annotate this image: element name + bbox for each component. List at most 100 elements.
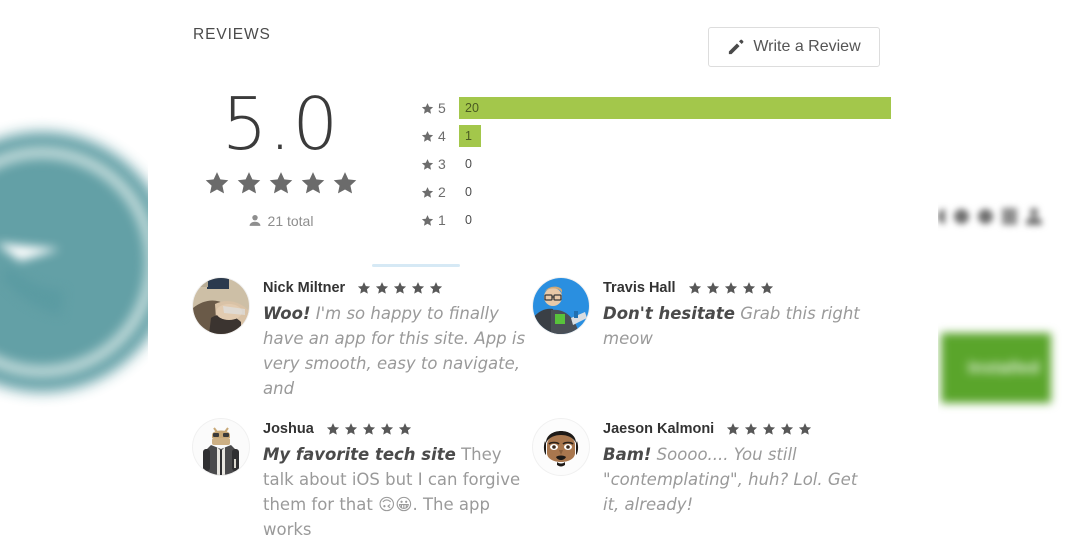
review-author: Nick Miltner <box>263 280 346 296</box>
background-sheet-icon <box>1002 207 1017 225</box>
review-item[interactable]: Joshua My favorite tech site They talk a… <box>193 419 533 542</box>
star-icon <box>393 281 407 295</box>
reviews-list: Nick Miltner Woo! I'm so happy to finall… <box>193 278 913 542</box>
total-ratings: 21 total <box>193 213 368 229</box>
histogram-label-1: 1 <box>421 212 459 228</box>
histogram-track-4: 1 <box>459 125 891 147</box>
write-review-button[interactable]: Write a Review <box>708 27 880 67</box>
background-dot-icon-2 <box>978 208 993 224</box>
histogram-row-5[interactable]: 5 20 <box>421 94 891 122</box>
star-icon <box>362 422 376 436</box>
histogram-track-2: 0 <box>459 181 891 203</box>
review-body: Travis Hall Don't hesitate Grab this rig… <box>603 278 873 401</box>
histogram-count-5: 20 <box>465 101 479 115</box>
histogram-label-2: 2 <box>421 184 459 200</box>
page-title: REVIEWS <box>193 26 271 43</box>
review-rating-stars <box>688 281 774 295</box>
star-icon <box>421 158 434 171</box>
avatar <box>533 419 589 475</box>
histogram-star-value: 4 <box>438 128 446 144</box>
review-body: Joshua My favorite tech site They talk a… <box>263 419 533 542</box>
write-review-button-label: Write a Review <box>753 38 861 55</box>
star-icon <box>421 102 434 115</box>
section-divider <box>372 264 460 267</box>
star-icon <box>744 422 758 436</box>
review-author: Joshua <box>263 421 314 437</box>
review-body: Nick Miltner Woo! I'm so happy to finall… <box>263 278 533 401</box>
review-header: Travis Hall <box>603 279 873 297</box>
review-headline: Don't hesitate <box>603 304 735 323</box>
histogram-bar-5 <box>459 97 891 119</box>
star-icon <box>724 281 738 295</box>
review-item[interactable]: Jaeson Kalmoni Bam! Soooo.... You still … <box>533 419 873 542</box>
rating-summary: 5.0 21 total 5 20 4 1 3 0 2 0 1 0 <box>193 88 893 248</box>
background-icon-strip <box>938 200 1068 232</box>
star-icon <box>421 130 434 143</box>
star-icon <box>429 281 443 295</box>
star-icon <box>398 422 412 436</box>
review-author: Jaeson Kalmoni <box>603 421 715 437</box>
review-header: Nick Miltner <box>263 279 533 297</box>
avatar <box>193 419 249 475</box>
histogram-row-1[interactable]: 1 0 <box>421 206 891 234</box>
star-icon <box>375 281 389 295</box>
star-icon <box>357 281 371 295</box>
star-icon <box>344 422 358 436</box>
review-text: Don't hesitate Grab this right meow <box>603 301 873 351</box>
histogram-count-2: 0 <box>465 185 472 199</box>
histogram-label-5: 5 <box>421 100 459 116</box>
star-icon <box>326 422 340 436</box>
background-logo-mark-icon <box>0 205 110 325</box>
histogram-row-3[interactable]: 3 0 <box>421 150 891 178</box>
histogram-star-value: 1 <box>438 212 446 228</box>
histogram-row-4[interactable]: 4 1 <box>421 122 891 150</box>
review-text: Bam! Soooo.... You still "contemplating"… <box>603 442 873 517</box>
reviews-card: REVIEWS Write a Review 5.0 21 total 5 20… <box>148 0 938 543</box>
histogram-row-2[interactable]: 2 0 <box>421 178 891 206</box>
histogram-star-value: 2 <box>438 184 446 200</box>
star-icon <box>268 170 294 196</box>
review-header: Jaeson Kalmoni <box>603 420 873 438</box>
ratings-histogram: 5 20 4 1 3 0 2 0 1 0 <box>421 94 891 234</box>
histogram-star-value: 5 <box>438 100 446 116</box>
installed-button[interactable]: Installed <box>941 333 1051 403</box>
background-dot-icon-1 <box>954 208 969 224</box>
review-headline: My favorite tech site <box>263 445 456 464</box>
review-body: Jaeson Kalmoni Bam! Soooo.... You still … <box>603 419 873 542</box>
review-rating-stars <box>726 422 812 436</box>
review-rating-stars <box>326 422 412 436</box>
total-ratings-label: 21 total <box>267 213 314 229</box>
review-author: Travis Hall <box>603 280 676 296</box>
review-headline: Bam! <box>603 445 652 464</box>
star-icon <box>726 422 740 436</box>
histogram-count-1: 0 <box>465 213 472 227</box>
histogram-label-4: 4 <box>421 128 459 144</box>
star-icon <box>204 170 230 196</box>
avatar <box>193 278 249 334</box>
star-icon <box>760 281 774 295</box>
avatar <box>533 278 589 334</box>
average-score: 5.0 <box>221 82 340 166</box>
star-icon <box>236 170 262 196</box>
review-rating-stars <box>357 281 443 295</box>
star-icon <box>300 170 326 196</box>
star-icon <box>762 422 776 436</box>
pencil-icon <box>727 39 744 56</box>
histogram-star-value: 3 <box>438 156 446 172</box>
review-text: My favorite tech site They talk about iO… <box>263 442 533 542</box>
star-icon <box>421 214 434 227</box>
star-icon <box>798 422 812 436</box>
review-item[interactable]: Travis Hall Don't hesitate Grab this rig… <box>533 278 873 401</box>
star-icon <box>332 170 358 196</box>
histogram-track-5: 20 <box>459 97 891 119</box>
app-screen: Installed REVIEWS Write a Review 5.0 21 … <box>0 0 1085 543</box>
star-icon <box>780 422 794 436</box>
star-icon <box>688 281 702 295</box>
star-icon <box>742 281 756 295</box>
score-block: 5.0 21 total <box>193 88 368 229</box>
review-headline: Woo! <box>263 304 311 323</box>
review-item[interactable]: Nick Miltner Woo! I'm so happy to finall… <box>193 278 533 401</box>
background-half-dot-icon <box>938 208 945 224</box>
review-text: Woo! I'm so happy to finally have an app… <box>263 301 533 401</box>
histogram-track-3: 0 <box>459 153 891 175</box>
